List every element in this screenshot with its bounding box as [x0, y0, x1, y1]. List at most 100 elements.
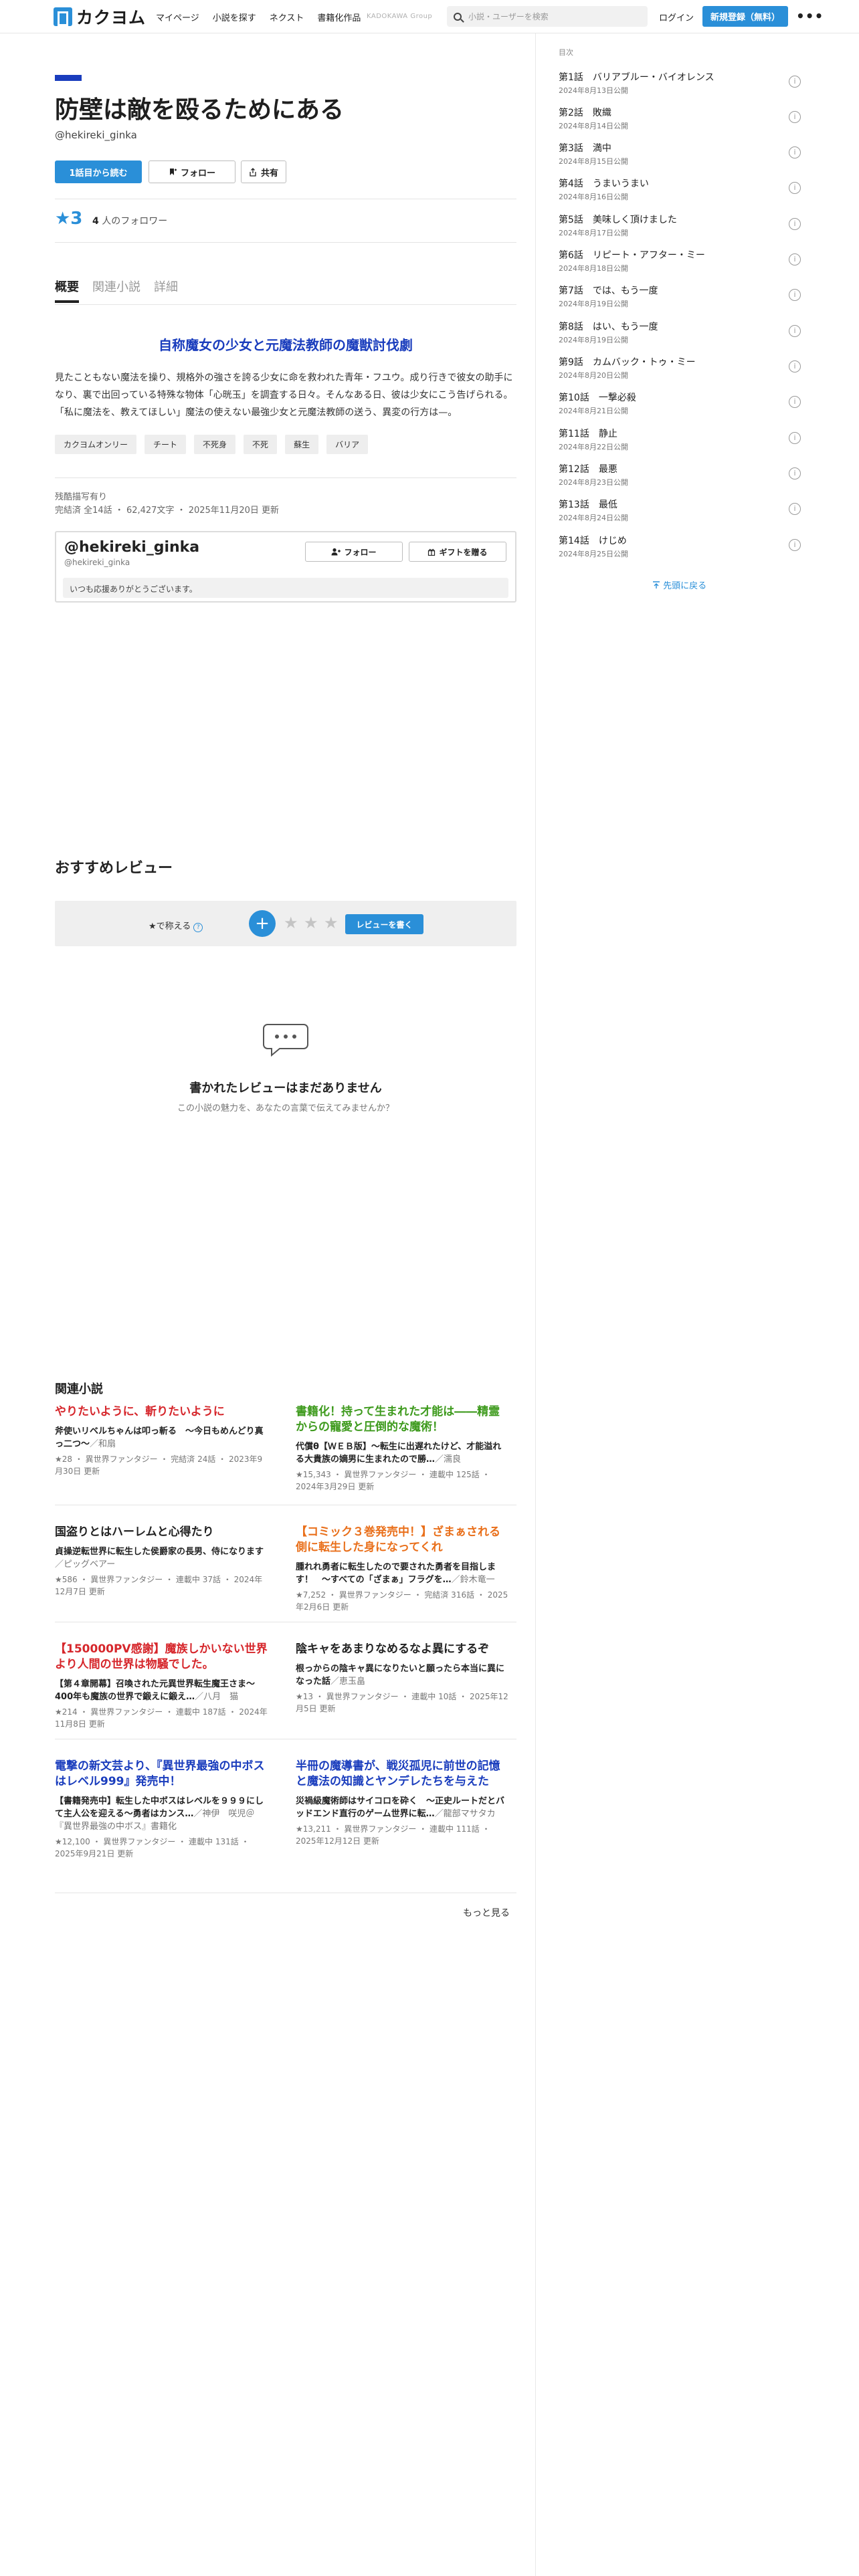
- info-icon[interactable]: i: [789, 253, 801, 265]
- related-more-link[interactable]: もっと見る: [463, 1906, 510, 1919]
- author-card: @hekireki_ginka @hekireki_ginka フォロー ギフト…: [55, 531, 516, 603]
- nav-next[interactable]: ネクスト: [270, 11, 304, 23]
- more-menu-icon[interactable]: •••: [796, 8, 824, 24]
- login-link[interactable]: ログイン: [659, 11, 694, 23]
- info-icon[interactable]: i: [789, 76, 801, 88]
- back-to-top-link[interactable]: 先頭に戻る: [652, 578, 706, 591]
- site-logo[interactable]: カクヨム: [54, 7, 146, 27]
- related-catchphrase: 国盗りとはハーレムと心得たり: [55, 1525, 214, 1539]
- related-author: ／恵玉畠: [330, 1677, 366, 1687]
- related-catchphrase: 陰キャをあまりなめるなよ異にするぞ: [296, 1642, 490, 1656]
- episode-link[interactable]: 第12話 最悪 2024年8月23日公開 i: [559, 462, 806, 489]
- episode-title: 第6話 リピート・アフター・ミー: [559, 250, 705, 261]
- episode-link[interactable]: 第1話 バリアブルー・バイオレンス 2024年8月13日公開 i: [559, 70, 806, 97]
- episode-link[interactable]: 第4話 うまいうまい 2024年8月16日公開 i: [559, 177, 806, 203]
- rate-label-text: ★で称える: [149, 922, 191, 932]
- tag-item[interactable]: 不死: [244, 435, 278, 454]
- related-work-card[interactable]: 国盗りとはハーレムと心得たり 貞操逆転世界に転生した侯爵家の長男、侍になります ／…: [55, 1525, 269, 1598]
- tab-overview[interactable]: 概要: [55, 278, 79, 303]
- info-icon[interactable]: i: [789, 396, 801, 408]
- signup-button[interactable]: 新規登録（無料）: [702, 6, 788, 27]
- work-author[interactable]: @hekireki_ginka: [55, 129, 137, 141]
- related-work-card[interactable]: 書籍化！持って生まれた才能は――精霊からの寵愛と圧倒的な魔術！ 代償θ【ＷＥＢ版…: [296, 1404, 510, 1493]
- info-icon[interactable]: i: [789, 539, 801, 551]
- related-work-card[interactable]: 【150000PV感謝】魔族しかいない世界より人間の世界は物騒でした。 【第４章…: [55, 1642, 269, 1730]
- follow-work-button[interactable]: フォロー: [149, 160, 235, 183]
- star-icon[interactable]: ★: [284, 914, 298, 932]
- tabs-divider: [55, 304, 516, 305]
- follow-author-button[interactable]: フォロー: [305, 542, 403, 562]
- star-icon[interactable]: ★: [304, 914, 318, 932]
- read-first-button[interactable]: 1話目から読む: [55, 160, 142, 183]
- related-work-card[interactable]: やりたいように、斬りたいように 斧使いリベルちゃんは叩っ斬る 〜今日もめんどり真…: [55, 1404, 269, 1477]
- episode-date: 2024年8月13日公開: [559, 86, 628, 95]
- related-catchphrase: やりたいように、斬りたいように: [55, 1405, 225, 1418]
- episode-link[interactable]: 第5話 美味しく頂けました 2024年8月17日公開 i: [559, 213, 806, 239]
- episode-link[interactable]: 第9話 カムバック・トゥ・ミー 2024年8月20日公開 i: [559, 355, 806, 382]
- episode-link[interactable]: 第10話 一撃必殺 2024年8月21日公開 i: [559, 391, 806, 417]
- bookmark-icon: [169, 169, 177, 175]
- info-icon[interactable]: i: [789, 182, 801, 194]
- search-input[interactable]: [468, 11, 636, 21]
- related-meta: ★7,252 ・ 異世界ファンタジー ・ 完結済 316話 ・ 2025年2月6…: [296, 1590, 508, 1612]
- write-review-button[interactable]: レビューを書く: [345, 914, 423, 934]
- related-title[interactable]: 根っからの陰キャ異になりたいと願ったら本当に異になった話／恵玉畠: [296, 1662, 510, 1688]
- tag-item[interactable]: バリア: [326, 435, 369, 454]
- related-work-card[interactable]: 電撃の新文芸より、『異世界最強の中ボスはレベル999』発売中！ 【書籍発売中】転…: [55, 1759, 269, 1860]
- tab-related[interactable]: 関連小説: [92, 278, 140, 303]
- follower-suffix: 人のフォロワー: [102, 216, 168, 227]
- tab-detail[interactable]: 詳細: [154, 278, 178, 303]
- tag-item[interactable]: チート: [145, 435, 187, 454]
- help-icon[interactable]: ?: [193, 923, 203, 932]
- related-title[interactable]: 災禍級魔術師はサイコロを砕く 〜正史ルートだとバッドエンド直行のゲーム世界に転……: [296, 1795, 510, 1820]
- episode-link[interactable]: 第13話 最低 2024年8月24日公開 i: [559, 498, 806, 524]
- info-icon[interactable]: i: [789, 360, 801, 372]
- star-icon[interactable]: ★: [324, 914, 339, 932]
- info-icon[interactable]: i: [789, 146, 801, 158]
- nav-mypage[interactable]: マイページ: [156, 11, 199, 23]
- nav-search-novels[interactable]: 小説を探す: [213, 11, 256, 23]
- tag-item[interactable]: カクヨムオンリー: [55, 435, 137, 454]
- episode-link[interactable]: 第2話 敗織 2024年8月14日公開 i: [559, 106, 806, 132]
- work-catchphrase: 自称魔女の少女と元魔法教師の魔獣討伐劇: [159, 337, 413, 353]
- related-work-card[interactable]: 半冊の魔導書が、戦災孤児に前世の記憶と魔法の知識とヤンデレたちを与えた 災禍級魔…: [296, 1759, 510, 1847]
- episode-link[interactable]: 第3話 満中 2024年8月15日公開 i: [559, 141, 806, 168]
- related-meta: ★13 ・ 異世界ファンタジー ・ 連載中 10話 ・ 2025年12月5日 更…: [296, 1692, 508, 1713]
- episode-link[interactable]: 第14話 けじめ 2024年8月25日公開 i: [559, 534, 806, 560]
- star-count[interactable]: ★3: [55, 209, 82, 229]
- info-icon[interactable]: i: [789, 218, 801, 230]
- episode-link[interactable]: 第7話 では、もう一度 2024年8月19日公開 i: [559, 284, 806, 310]
- related-work-card[interactable]: 【コミック３巻発売中！】ざまぁされる側に転生した身になってくれ 腫れれ勇者に転生…: [296, 1525, 510, 1613]
- info-icon[interactable]: i: [789, 325, 801, 337]
- related-title[interactable]: 【第４章開幕】召喚された元異世界転生魔王さま〜400年も魔族の世界で鍛えに鍛え……: [55, 1678, 269, 1703]
- related-title[interactable]: 貞操逆転世界に転生した侯爵家の長男、侍になります ／ピッグベアー: [55, 1545, 269, 1571]
- related-title[interactable]: 腫れれ勇者に転生したので要された勇者を目指します！ 〜すべての「ざまぁ」フラグを…: [296, 1561, 510, 1586]
- share-button[interactable]: 共有: [241, 160, 286, 183]
- info-icon[interactable]: i: [789, 289, 801, 301]
- empty-reviews-title: 書かれたレビューはまだありません: [189, 1081, 382, 1095]
- related-author: ／鈴木竜一: [451, 1575, 495, 1585]
- related-title[interactable]: 斧使いリベルちゃんは叩っ斬る 〜今日もめんどり真っ二つ〜／和扇: [55, 1425, 269, 1451]
- follower-count[interactable]: 4 人のフォロワー: [92, 214, 167, 227]
- divider: [55, 242, 516, 243]
- episode-link[interactable]: 第8話 はい、もう一度 2024年8月19日公開 i: [559, 320, 806, 346]
- episode-link[interactable]: 第6話 リピート・アフター・ミー 2024年8月18日公開 i: [559, 248, 806, 275]
- related-work-card[interactable]: 陰キャをあまりなめるなよ異にするぞ 根っからの陰キャ異になりたいと願ったら本当に…: [296, 1642, 510, 1715]
- tag-item[interactable]: 不死身: [194, 435, 236, 454]
- info-icon[interactable]: i: [789, 467, 801, 479]
- author-card-name[interactable]: @hekireki_ginka: [64, 539, 199, 556]
- send-gift-button[interactable]: ギフトを贈る: [409, 542, 506, 562]
- info-icon[interactable]: i: [789, 432, 801, 444]
- logo-text: カクヨム: [76, 8, 147, 27]
- nav-books[interactable]: 書籍化作品: [317, 11, 361, 23]
- send-gift-label: ギフトを贈る: [439, 547, 488, 557]
- add-star-button[interactable]: +: [249, 910, 276, 937]
- info-icon[interactable]: i: [789, 503, 801, 515]
- episode-title: 第14話 けじめ: [559, 536, 627, 546]
- episode-link[interactable]: 第11話 静止 2024年8月22日公開 i: [559, 427, 806, 453]
- related-title[interactable]: 代償θ【ＷＥＢ版】〜転生に出遅れたけど、才能溢れる大貴族の嫡男に生まれたので勝……: [296, 1440, 510, 1466]
- title-accent-bar: [55, 75, 82, 81]
- related-title[interactable]: 【書籍発売中】転生した中ボスはレベルを９９９にして主人公を迎える〜勇者はカンス……: [55, 1795, 269, 1833]
- info-icon[interactable]: i: [789, 111, 801, 123]
- tag-item[interactable]: 蘇生: [285, 435, 319, 454]
